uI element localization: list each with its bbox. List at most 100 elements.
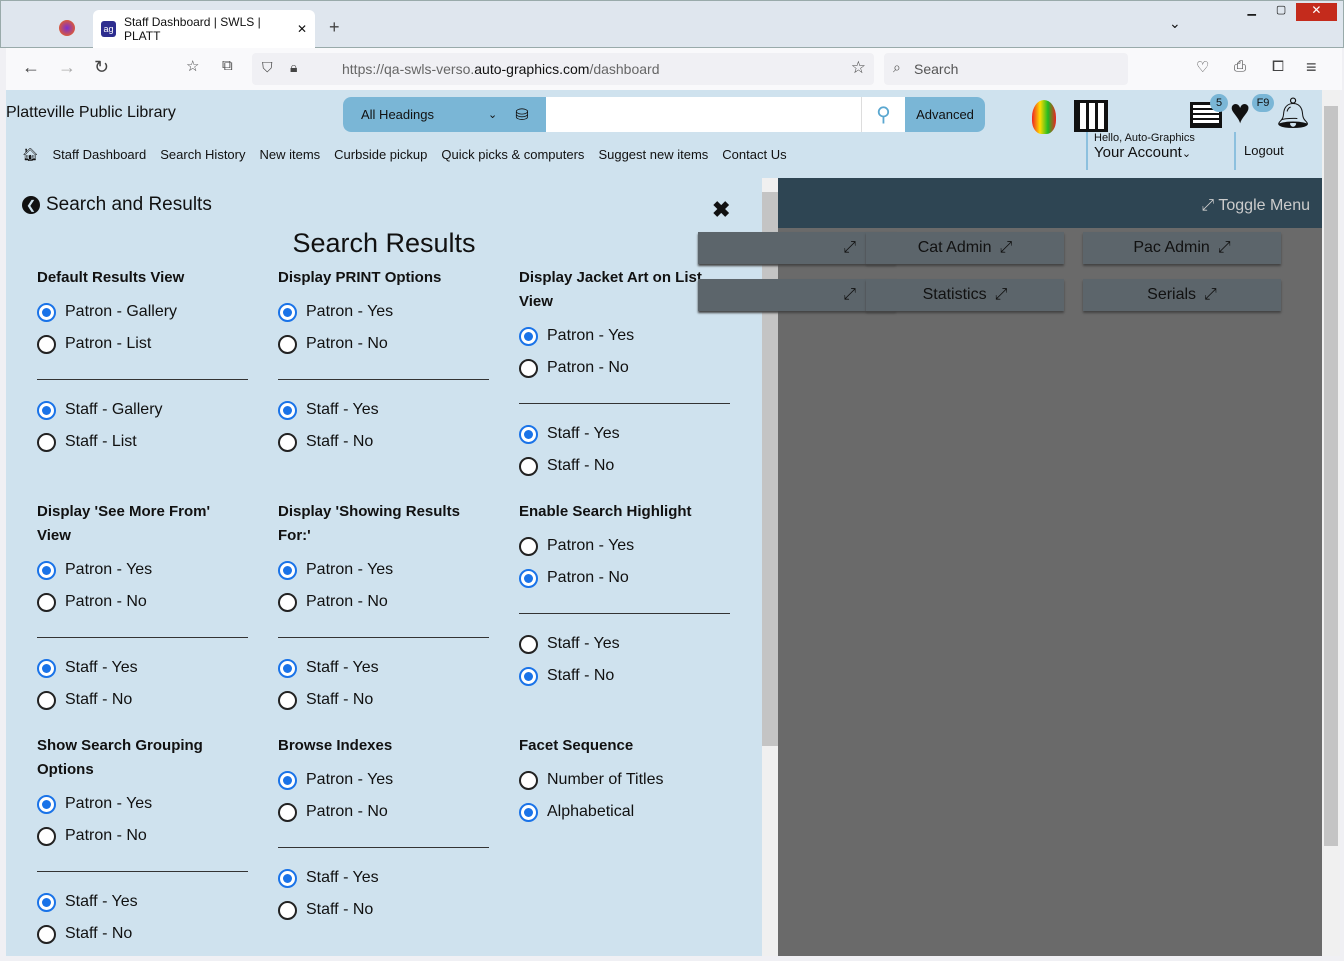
- radio-option[interactable]: Staff - No: [37, 918, 248, 950]
- radio-option[interactable]: Number of Titles: [519, 764, 730, 796]
- pocket-icon[interactable]: ♡: [1196, 58, 1209, 76]
- radio-option[interactable]: Staff - No: [37, 684, 248, 716]
- menu-new-items[interactable]: New items: [259, 147, 320, 163]
- radio-option[interactable]: Patron - Yes: [278, 554, 489, 586]
- radio-option[interactable]: Staff - List: [37, 426, 248, 458]
- forward-icon[interactable]: →: [58, 57, 76, 78]
- radio-option[interactable]: Staff - Yes: [278, 652, 489, 684]
- dashboard-tile[interactable]: Cat Admin ⤢: [866, 232, 1064, 264]
- database-icon[interactable]: ⛁: [515, 105, 528, 125]
- menu-quick-picks[interactable]: Quick picks & computers: [441, 147, 584, 163]
- radio-button[interactable]: [278, 802, 297, 822]
- radio-option[interactable]: Patron - No: [519, 562, 730, 594]
- tab-list-icon[interactable]: ⌄: [1169, 15, 1181, 32]
- radio-button[interactable]: [278, 432, 297, 452]
- radio-button[interactable]: [278, 658, 297, 678]
- page-scrollbar[interactable]: [1322, 90, 1340, 956]
- radio-option[interactable]: Patron - No: [519, 352, 730, 384]
- radio-option[interactable]: Patron - No: [37, 820, 248, 852]
- radio-button[interactable]: [37, 592, 56, 612]
- radio-button[interactable]: [278, 690, 297, 710]
- menu-icon[interactable]: ≡: [1306, 57, 1317, 78]
- radio-button[interactable]: [519, 770, 538, 790]
- radio-button[interactable]: [278, 560, 297, 580]
- library-name[interactable]: Platteville Public Library: [6, 104, 176, 122]
- menu-curbside-pickup[interactable]: Curbside pickup: [334, 147, 427, 163]
- radio-button[interactable]: [278, 400, 297, 420]
- menu-suggest-new-items[interactable]: Suggest new items: [598, 147, 708, 163]
- radio-option[interactable]: Staff - No: [278, 684, 489, 716]
- radio-button[interactable]: [37, 690, 56, 710]
- dashboard-tile[interactable]: Serials ⤢: [1083, 279, 1281, 311]
- radio-option[interactable]: Staff - No: [519, 450, 730, 482]
- dashboard-tile[interactable]: Statistics ⤢: [866, 279, 1064, 311]
- print-icon[interactable]: ⎙: [1234, 58, 1246, 75]
- search-input[interactable]: [546, 97, 861, 132]
- shield-icon[interactable]: ⛉: [262, 59, 273, 76]
- search-scope-select[interactable]: All Headings ⌄ ⛁: [343, 97, 546, 132]
- menu-search-history[interactable]: Search History: [160, 147, 245, 163]
- reload-icon[interactable]: ↻: [94, 57, 109, 78]
- radio-button[interactable]: [37, 826, 56, 846]
- radio-option[interactable]: Staff - No: [278, 894, 489, 926]
- radio-button[interactable]: [519, 666, 538, 686]
- bell-icon[interactable]: 🔔︎: [1274, 96, 1312, 131]
- radio-button[interactable]: [37, 794, 56, 814]
- radio-option[interactable]: Patron - Yes: [278, 296, 489, 328]
- radio-button[interactable]: [278, 302, 297, 322]
- scrollbar-thumb[interactable]: [762, 192, 778, 746]
- extensions-icon[interactable]: ⧠: [1272, 58, 1284, 75]
- radio-option[interactable]: Staff - Yes: [37, 886, 248, 918]
- radio-option[interactable]: Patron - Yes: [37, 788, 248, 820]
- radio-button[interactable]: [519, 536, 538, 556]
- back-icon[interactable]: ←: [22, 57, 40, 78]
- radio-option[interactable]: Staff - Yes: [278, 394, 489, 426]
- radio-option[interactable]: Patron - No: [278, 586, 489, 618]
- radio-button[interactable]: [37, 432, 56, 452]
- browser-tab[interactable]: ag Staff Dashboard | SWLS | PLATT ✕: [93, 10, 315, 48]
- radio-button[interactable]: [37, 334, 56, 354]
- radio-option[interactable]: Patron - Yes: [37, 554, 248, 586]
- radio-option[interactable]: Patron - Yes: [278, 764, 489, 796]
- close-window-button[interactable]: ✕: [1295, 3, 1337, 21]
- radio-option[interactable]: Staff - Yes: [278, 862, 489, 894]
- radio-button[interactable]: [37, 400, 56, 420]
- radio-button[interactable]: [519, 568, 538, 588]
- menu-contact-us[interactable]: Contact Us: [722, 147, 786, 163]
- radio-button[interactable]: [37, 924, 56, 944]
- url-bar[interactable]: ⛉ 🔒︎ https://qa-swls-verso. auto-graphics…: [252, 53, 874, 85]
- radio-option[interactable]: Staff - No: [278, 426, 489, 458]
- radio-option[interactable]: Patron - Yes: [519, 320, 730, 352]
- radio-button[interactable]: [278, 868, 297, 888]
- your-account-link[interactable]: Your Account: [1094, 144, 1182, 161]
- home-icon[interactable]: 🏠︎: [22, 147, 39, 163]
- radio-button[interactable]: [519, 424, 538, 444]
- bookmark-import-icon[interactable]: ☆: [186, 57, 199, 75]
- catalog-search-icon[interactable]: [1074, 100, 1108, 132]
- radio-option[interactable]: Patron - Yes: [519, 530, 730, 562]
- radio-option[interactable]: Staff - Yes: [37, 652, 248, 684]
- radio-button[interactable]: [278, 334, 297, 354]
- heart-icon[interactable]: ♥: [1230, 92, 1250, 132]
- close-tab-icon[interactable]: ✕: [297, 22, 307, 36]
- radio-button[interactable]: [519, 326, 538, 346]
- radio-button[interactable]: [278, 592, 297, 612]
- radio-option[interactable]: Patron - List: [37, 328, 248, 360]
- radio-option[interactable]: Patron - Gallery: [37, 296, 248, 328]
- back-link[interactable]: ❮ Search and Results: [22, 194, 212, 216]
- search-icon[interactable]: ⚲: [861, 97, 905, 132]
- logout-link[interactable]: Logout: [1234, 132, 1284, 170]
- radio-button[interactable]: [37, 560, 56, 580]
- lock-icon[interactable]: 🔒︎: [290, 59, 297, 76]
- radio-button[interactable]: [37, 658, 56, 678]
- radio-option[interactable]: Staff - Yes: [519, 628, 730, 660]
- new-tab-button[interactable]: +: [329, 17, 340, 38]
- radio-option[interactable]: Patron - No: [37, 586, 248, 618]
- radio-option[interactable]: Alphabetical: [519, 796, 730, 828]
- share-icon[interactable]: ⧉: [222, 57, 233, 74]
- advanced-search-button[interactable]: Advanced: [905, 97, 985, 132]
- radio-button[interactable]: [37, 892, 56, 912]
- browser-search-box[interactable]: ⌕ Search: [884, 53, 1128, 85]
- dashboard-tile[interactable]: Pac Admin ⤢: [1083, 232, 1281, 264]
- radio-button[interactable]: [519, 802, 538, 822]
